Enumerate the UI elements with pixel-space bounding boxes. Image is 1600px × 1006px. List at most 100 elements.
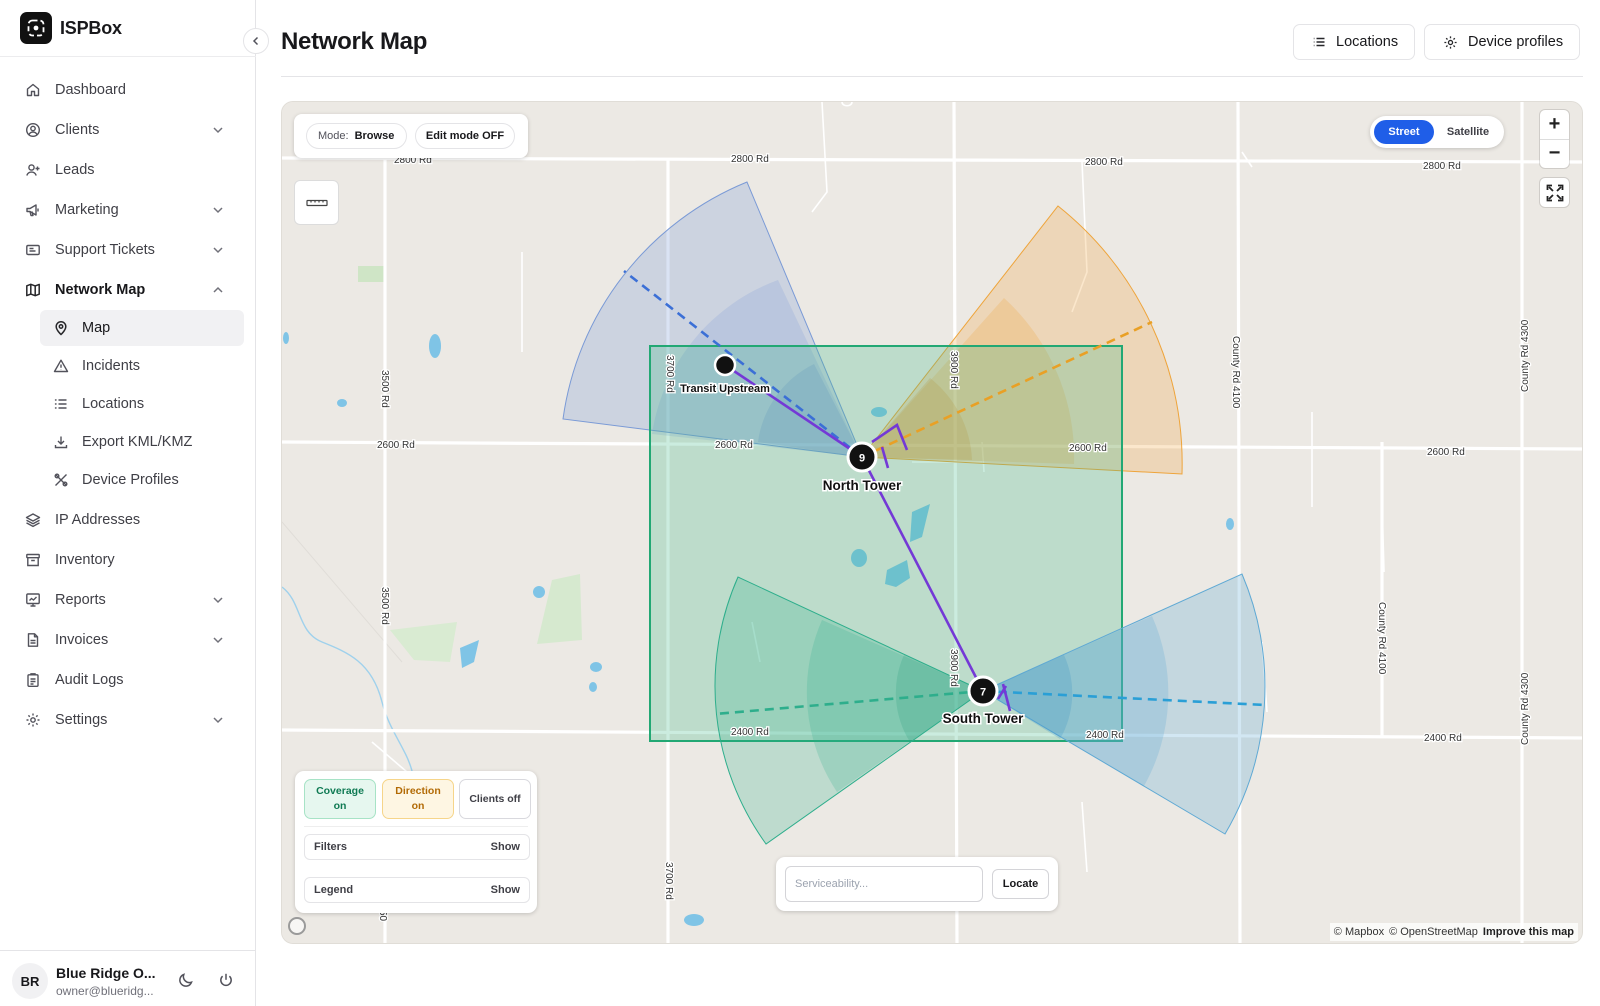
svg-text:3500 Rd: 3500 Rd [379, 587, 390, 625]
edit-mode-button[interactable]: Edit mode OFF [415, 123, 515, 149]
chevron-down-icon[interactable] [210, 632, 226, 648]
chevron-down-icon[interactable] [210, 202, 226, 218]
svg-text:2600 Rd: 2600 Rd [1069, 443, 1107, 454]
coverage-toggle-state: on [333, 800, 347, 812]
sidebar-subitem-label: Map [82, 320, 111, 336]
filters-show-button[interactable]: Show [491, 841, 520, 853]
svg-text:2400 Rd: 2400 Rd [731, 727, 769, 738]
svg-text:County Rd 4300: County Rd 4300 [1520, 672, 1531, 745]
coverage-toggle[interactable]: Coverage on [304, 779, 376, 819]
sidebar-subitem-locations[interactable]: Locations [40, 386, 244, 422]
sidebar-item-label: Invoices [55, 632, 109, 648]
zoom-in-button[interactable]: + [1540, 110, 1569, 139]
sidebar-subitem-incidents[interactable]: Incidents [40, 348, 244, 384]
svg-text:2600 Rd: 2600 Rd [1427, 447, 1465, 458]
sidebar-item-clients[interactable]: Clients [16, 110, 244, 150]
legend-show-button[interactable]: Show [491, 884, 520, 896]
svg-text:2800 Rd: 2800 Rd [731, 154, 769, 165]
sidebar-item-label: Network Map [55, 282, 146, 298]
moon-icon[interactable] [175, 969, 197, 991]
map-icon [24, 281, 42, 299]
serviceability-input[interactable] [785, 866, 983, 902]
sidebar-subitem-label: Export KML/KMZ [82, 434, 193, 450]
sidebar-subitem-export-kml[interactable]: Export KML/KMZ [40, 424, 244, 460]
svg-text:2800 Rd: 2800 Rd [1085, 157, 1123, 168]
zoom-out-button[interactable]: − [1540, 139, 1569, 168]
page-title: Network Map [281, 28, 428, 55]
device-profiles-button[interactable]: Device profiles [1424, 24, 1581, 60]
map-pin-icon [52, 319, 70, 337]
brand-divider [0, 56, 256, 57]
chevron-up-icon[interactable] [210, 282, 226, 298]
user-card[interactable]: BR Blue Ridge O... owner@blueridg... [0, 950, 256, 1006]
park-area [358, 266, 386, 282]
sidebar-item-label: Inventory [55, 552, 115, 568]
mode-panel: Mode: Browse Edit mode OFF [294, 114, 528, 158]
direction-toggle-label: Direction [395, 785, 441, 797]
mode-indicator[interactable]: Mode: Browse [306, 123, 407, 149]
chevron-down-icon[interactable] [210, 592, 226, 608]
mapbox-logo-icon[interactable] [288, 917, 306, 935]
sidebar-item-settings[interactable]: Settings [16, 700, 244, 740]
chevron-down-icon[interactable] [210, 122, 226, 138]
mode-value: Browse [354, 130, 395, 142]
sidebar-item-label: Audit Logs [55, 672, 124, 688]
style-option-street[interactable]: Street [1374, 120, 1434, 144]
locate-button[interactable]: Locate [992, 869, 1049, 899]
sidebar-item-audit-logs[interactable]: Audit Logs [16, 660, 244, 700]
map-style-toggle: Street Satellite [1370, 116, 1504, 148]
sidebar-item-support-tickets[interactable]: Support Tickets [16, 230, 244, 270]
clients-toggle[interactable]: Clients off [459, 779, 531, 819]
brand[interactable]: ISPBox [20, 12, 122, 44]
sidebar-item-leads[interactable]: Leads [16, 150, 244, 190]
brand-logo-icon [20, 12, 52, 44]
collapse-sidebar-button[interactable] [243, 28, 269, 54]
clipboard-icon [24, 671, 42, 689]
ruler-icon [305, 199, 328, 206]
sidebar-subitem-label: Incidents [82, 358, 141, 374]
attribution-osm[interactable]: © OpenStreetMap [1389, 926, 1478, 938]
svg-text:2400 Rd: 2400 Rd [1424, 733, 1462, 744]
sidebar-subitem-label: Device Profiles [82, 472, 179, 488]
svg-text:3500 Rd: 3500 Rd [379, 370, 390, 408]
svg-text:County Rd 4100: County Rd 4100 [1376, 602, 1387, 675]
coverage-toggle-label: Coverage [316, 785, 364, 797]
style-option-satellite[interactable]: Satellite [1436, 120, 1500, 144]
sidebar-item-marketing[interactable]: Marketing [16, 190, 244, 230]
measure-tool-button[interactable] [294, 180, 339, 225]
direction-toggle-state: on [411, 800, 425, 812]
locations-button-label: Locations [1336, 34, 1399, 50]
sidebar-subitem-map[interactable]: Map [40, 310, 244, 346]
gear-icon [1444, 35, 1457, 49]
locations-button[interactable]: Locations [1293, 24, 1416, 60]
tower-transit-upstream[interactable] [713, 353, 737, 377]
improve-map-link[interactable]: Improve this map [1483, 926, 1574, 938]
mode-label: Mode: [318, 130, 349, 142]
sidebar: ISPBox Dashboard Clients Leads Marketing… [0, 0, 256, 1006]
avatar: BR [12, 963, 48, 999]
report-icon [24, 591, 42, 609]
filters-row[interactable]: Filters Show [304, 834, 530, 860]
sidebar-item-reports[interactable]: Reports [16, 580, 244, 620]
sidebar-subitem-device-profiles[interactable]: Device Profiles [40, 462, 244, 498]
sidebar-item-label: Marketing [55, 202, 119, 218]
sidebar-item-inventory[interactable]: Inventory [16, 540, 244, 580]
sidebar-item-label: IP Addresses [55, 512, 141, 528]
archive-icon [24, 551, 42, 569]
sidebar-item-network-map[interactable]: Network Map [16, 270, 244, 310]
sidebar-item-ip-addresses[interactable]: IP Addresses [16, 500, 244, 540]
attribution-mapbox[interactable]: © Mapbox [1334, 926, 1384, 938]
network-map[interactable]: 9 7 Transit Upstream North Tower South T… [281, 101, 1583, 944]
chevron-down-icon[interactable] [210, 712, 226, 728]
zoom-control: + − [1540, 110, 1569, 168]
power-icon[interactable] [215, 969, 237, 991]
sidebar-item-invoices[interactable]: Invoices [16, 620, 244, 660]
legend-row[interactable]: Legend Show [304, 877, 530, 903]
fullscreen-button[interactable] [1540, 178, 1569, 207]
sidebar-item-dashboard[interactable]: Dashboard [16, 70, 244, 110]
direction-toggle[interactable]: Direction on [382, 779, 454, 819]
chevron-down-icon[interactable] [210, 242, 226, 258]
sidebar-item-label: Clients [55, 122, 100, 138]
sidebar-item-label: Leads [55, 162, 95, 178]
layer-control-panel: Coverage on Direction on Clients off Fil… [295, 771, 537, 913]
